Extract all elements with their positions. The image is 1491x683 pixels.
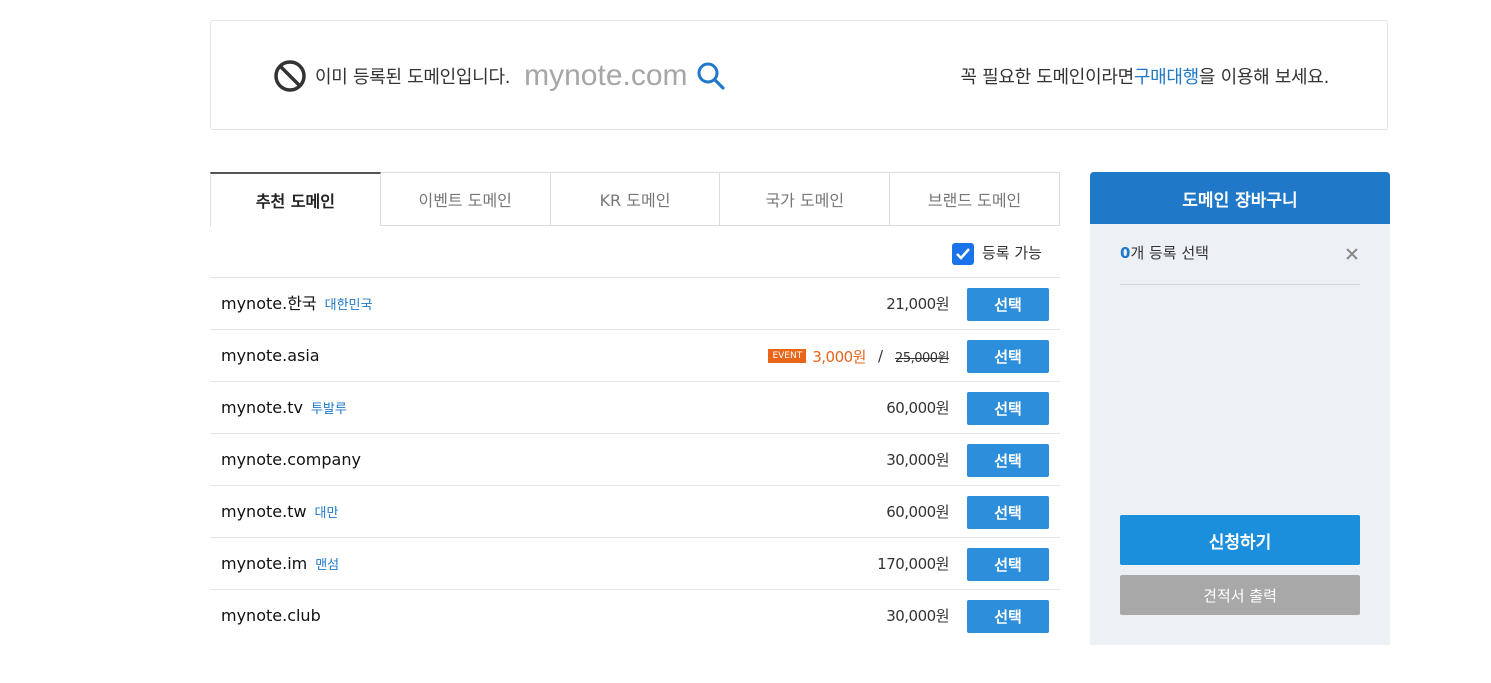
select-button[interactable]: 선택: [967, 444, 1049, 477]
domain-cart-panel: 도메인 장바구니 0개 등록 선택 신청하기 견적서 출력: [1090, 172, 1390, 645]
cart-count: 0: [1120, 244, 1131, 262]
tab-kr[interactable]: KR 도메인: [550, 172, 721, 226]
original-price: 25,000원: [895, 350, 949, 366]
domain-list: mynote.한국 대한민국 21,000원 선택 mynote.asia EVE…: [210, 278, 1060, 642]
print-quote-button[interactable]: 견적서 출력: [1120, 575, 1360, 615]
queried-domain: mynote.com: [524, 59, 688, 92]
domain-name: mynote.한국: [221, 294, 317, 313]
price-separator: /: [877, 347, 884, 365]
domain-price: 170,000원: [877, 555, 949, 573]
cart-count-label: 개 등록 선택: [1130, 244, 1209, 262]
filter-row: 등록 가능: [210, 226, 1060, 278]
event-price: 3,000원: [812, 347, 866, 366]
domain-price: 30,000원: [886, 607, 949, 625]
domain-price: 60,000원: [886, 399, 949, 417]
domain-name: mynote.tv: [221, 398, 303, 417]
purchase-hint: 꼭 필요한 도메인이라면 구매대행 을 이용해 보세요.: [960, 21, 1329, 131]
domain-name-wrap: mynote.한국 대한민국: [221, 278, 372, 332]
close-icon[interactable]: [1344, 246, 1360, 262]
domain-name-wrap: mynote.company: [221, 434, 361, 486]
domain-country: 대한민국: [324, 298, 373, 313]
available-only-label: 등록 가능: [982, 244, 1042, 262]
select-button[interactable]: 선택: [967, 548, 1049, 581]
select-button[interactable]: 선택: [967, 496, 1049, 529]
domain-row: mynote.tw 대만 60,000원 선택: [210, 486, 1060, 538]
select-button[interactable]: 선택: [967, 600, 1049, 633]
tab-brand[interactable]: 브랜드 도메인: [890, 172, 1060, 226]
domain-row: mynote.tv 투발루 60,000원 선택: [210, 382, 1060, 434]
domain-name-wrap: mynote.club: [221, 590, 321, 642]
hint-text-pre: 꼭 필요한 도메인이라면: [960, 67, 1134, 88]
tab-event[interactable]: 이벤트 도메인: [380, 172, 551, 226]
domain-name: mynote.im: [221, 554, 308, 573]
search-icon[interactable]: [696, 61, 726, 91]
domain-name-wrap: mynote.asia: [221, 330, 320, 382]
domain-row: mynote.한국 대한민국 21,000원 선택: [210, 278, 1060, 330]
hint-text-post: 을 이용해 보세요.: [1198, 67, 1329, 88]
domain-name: mynote.club: [221, 606, 321, 625]
tab-recommended[interactable]: 추천 도메인: [210, 172, 381, 226]
domain-name: mynote.asia: [221, 346, 320, 365]
cart-summary: 0개 등록 선택: [1120, 242, 1360, 285]
result-status: 이미 등록된 도메인입니다. mynote.com: [273, 21, 726, 131]
domain-price: 21,000원: [886, 295, 949, 313]
domain-row: mynote.club 30,000원 선택: [210, 590, 1060, 642]
cart-title: 도메인 장바구니: [1090, 172, 1390, 224]
domain-row: mynote.company 30,000원 선택: [210, 434, 1060, 486]
domain-name: mynote.tw: [221, 502, 307, 521]
select-button[interactable]: 선택: [967, 340, 1049, 373]
tab-country[interactable]: 국가 도메인: [720, 172, 891, 226]
domain-name: mynote.company: [221, 450, 361, 469]
select-button[interactable]: 선택: [967, 392, 1049, 425]
domain-name-wrap: mynote.im 맨섬: [221, 538, 339, 592]
domain-category-tabs: 추천 도메인 이벤트 도메인 KR 도메인 국가 도메인 브랜드 도메인: [210, 172, 1060, 226]
domain-row: mynote.asia EVENT 3,000원 / 25,000원 선택: [210, 330, 1060, 382]
domain-name-wrap: mynote.tw 대만: [221, 486, 338, 540]
ban-icon: [273, 59, 307, 93]
apply-button[interactable]: 신청하기: [1120, 515, 1360, 565]
domain-price: 30,000원: [886, 451, 949, 469]
event-badge: EVENT: [768, 349, 807, 363]
domain-country: 맨섬: [315, 558, 340, 573]
domain-row: mynote.im 맨섬 170,000원 선택: [210, 538, 1060, 590]
status-message: 이미 등록된 도메인입니다.: [315, 67, 511, 88]
event-price-group: EVENT 3,000원 / 25,000원: [768, 330, 949, 382]
available-only-checkbox[interactable]: [952, 243, 974, 265]
domain-country: 대만: [314, 506, 339, 521]
select-button[interactable]: 선택: [967, 288, 1049, 321]
domain-country: 투발루: [310, 402, 347, 417]
domain-price: 60,000원: [886, 503, 949, 521]
search-result-box: 이미 등록된 도메인입니다. mynote.com 꼭 필요한 도메인이라면 구…: [210, 20, 1388, 130]
domain-name-wrap: mynote.tv 투발루: [221, 382, 347, 436]
check-icon: [956, 248, 970, 260]
purchase-agency-link[interactable]: 구매대행: [1134, 63, 1199, 89]
